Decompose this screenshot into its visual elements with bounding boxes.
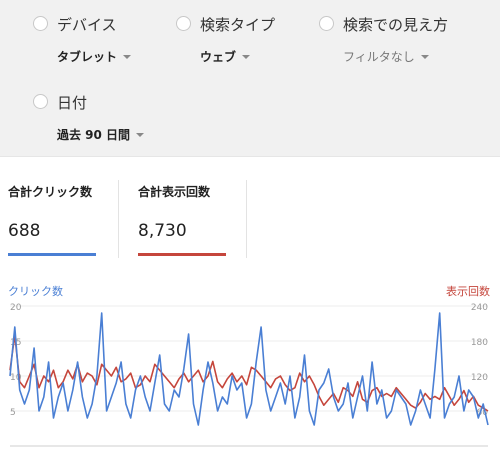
filter-label: 検索タイプ — [200, 16, 276, 34]
chevron-down-icon — [136, 132, 145, 137]
filter-dropdown-search-type[interactable]: ウェブ — [200, 48, 251, 65]
right-tick-label: 180 — [471, 338, 488, 348]
metric-impressions[interactable]: 合計表示回数 8,730 — [138, 183, 226, 256]
radio-search-type[interactable] — [176, 16, 191, 31]
metric-underline — [138, 253, 226, 256]
filter-dropdown-device[interactable]: タブレット — [57, 48, 132, 65]
metric-value: 688 — [8, 221, 41, 241]
chevron-down-icon — [420, 54, 429, 59]
filter-value: ウェブ — [200, 50, 237, 64]
left-tick-label: 20 — [10, 303, 22, 313]
radio-appearance[interactable] — [319, 16, 334, 31]
metric-underline — [8, 253, 96, 256]
filter-label: デバイス — [57, 16, 117, 34]
divider — [246, 180, 247, 258]
metric-title: 合計表示回数 — [138, 185, 211, 199]
radio-device[interactable] — [33, 16, 48, 31]
filter-value: タブレット — [57, 50, 118, 64]
line-chart: 201510524018012060 — [9, 303, 489, 447]
filter-label: 日付 — [57, 94, 88, 112]
filter-panel: デバイス タブレット 検索タイプ ウェブ 検索での見え方 フィルタなし 日付 過… — [0, 0, 500, 157]
right-tick-label: 240 — [471, 303, 488, 313]
impressions-series-line — [9, 334, 489, 412]
filter-dropdown-appearance[interactable]: フィルタなし — [343, 48, 429, 65]
metric-value: 8,730 — [138, 221, 187, 241]
filter-label: 検索での見え方 — [343, 16, 449, 34]
divider — [118, 180, 119, 258]
clicks-series-line — [9, 312, 489, 426]
chevron-down-icon — [242, 54, 251, 59]
filter-value: 過去 90 日間 — [57, 128, 131, 142]
metric-title: 合計クリック数 — [8, 185, 93, 199]
filter-value: フィルタなし — [343, 50, 415, 64]
right-tick-label: 120 — [471, 373, 488, 383]
radio-date[interactable] — [33, 94, 48, 109]
left-tick-label: 5 — [10, 408, 16, 418]
chevron-down-icon — [123, 54, 132, 59]
metric-clicks[interactable]: 合計クリック数 688 — [8, 183, 96, 256]
filter-dropdown-date[interactable]: 過去 90 日間 — [57, 126, 145, 143]
